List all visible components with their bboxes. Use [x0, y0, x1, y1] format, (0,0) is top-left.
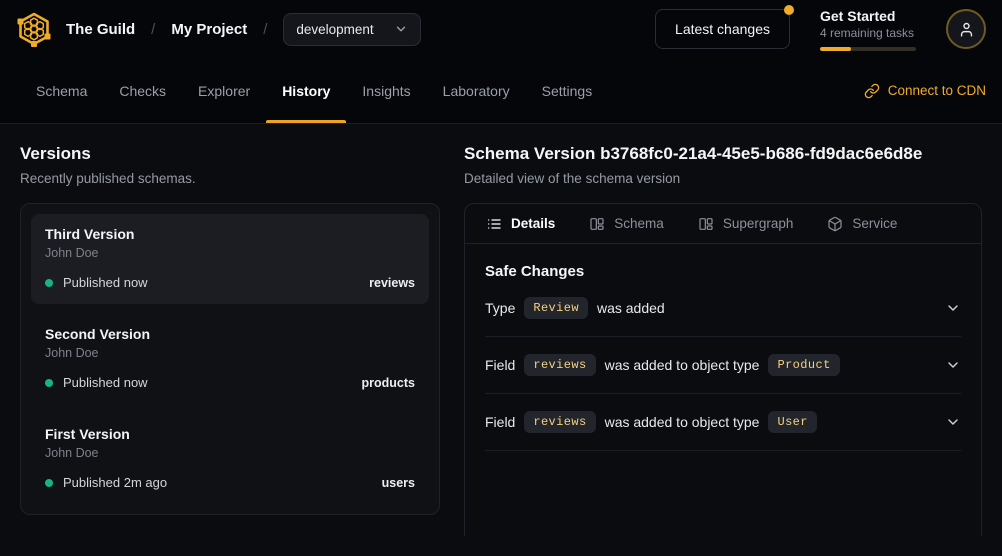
- versions-list: Third Version John Doe Published now rev…: [20, 203, 440, 515]
- tab-explorer[interactable]: Explorer: [182, 58, 266, 123]
- published-dot-icon: [45, 379, 53, 387]
- chevron-down-icon[interactable]: [945, 414, 961, 430]
- version-status: Published now: [63, 275, 148, 290]
- versions-panel: Versions Recently published schemas. Thi…: [20, 144, 440, 536]
- list-icon: [486, 216, 502, 232]
- link-icon: [864, 83, 880, 99]
- tab-settings[interactable]: Settings: [526, 58, 609, 123]
- version-status-row: Published now reviews: [45, 275, 415, 290]
- version-item-third[interactable]: Third Version John Doe Published now rev…: [31, 214, 429, 304]
- version-title: Second Version: [45, 326, 415, 342]
- version-item-second[interactable]: Second Version John Doe Published now pr…: [31, 314, 429, 404]
- change-badge: reviews: [524, 411, 595, 433]
- schema-version-panel: Schema Version b3768fc0-21a4-45e5-b686-f…: [464, 144, 982, 536]
- change-prefix: Field: [485, 414, 515, 430]
- tab-laboratory[interactable]: Laboratory: [427, 58, 526, 123]
- tab-history[interactable]: History: [266, 58, 346, 123]
- top-bar: The Guild / My Project / development Lat…: [0, 0, 1002, 124]
- notification-dot: [784, 5, 794, 15]
- change-badge: Product: [768, 354, 839, 376]
- get-started-progress-track: [820, 47, 916, 51]
- chevron-down-icon: [394, 22, 408, 36]
- change-badge: reviews: [524, 354, 595, 376]
- header: The Guild / My Project / development Lat…: [0, 0, 1002, 58]
- columns-icon: [589, 216, 605, 232]
- columns-icon: [698, 216, 714, 232]
- versions-subtitle: Recently published schemas.: [20, 171, 440, 186]
- progress-fill: [820, 47, 851, 51]
- tab-service[interactable]: Service: [827, 216, 897, 232]
- tab-details-label: Details: [511, 216, 555, 231]
- get-started-title: Get Started: [820, 8, 916, 24]
- environment-select[interactable]: development: [283, 13, 420, 46]
- tab-schema-label: Schema: [614, 216, 664, 231]
- change-badge: Review: [524, 297, 588, 319]
- schema-version-card: Details Schema Sup: [464, 203, 982, 536]
- connect-to-cdn-label: Connect to CDN: [888, 83, 986, 98]
- published-dot-icon: [45, 279, 53, 287]
- version-author: John Doe: [45, 346, 415, 360]
- change-badge: User: [768, 411, 816, 433]
- get-started-widget[interactable]: Get Started 4 remaining tasks: [820, 8, 916, 51]
- detail-tabs: Details Schema Sup: [465, 204, 981, 244]
- get-started-subtitle: 4 remaining tasks: [820, 26, 916, 40]
- cube-icon: [827, 216, 843, 232]
- version-title: Third Version: [45, 226, 415, 242]
- project-breadcrumb[interactable]: My Project: [171, 21, 247, 38]
- change-middle: was added to object type: [605, 357, 760, 373]
- change-prefix: Type: [485, 300, 515, 316]
- safe-changes-title: Safe Changes: [485, 263, 961, 280]
- latest-changes-button[interactable]: Latest changes: [655, 9, 790, 49]
- breadcrumb-separator: /: [263, 21, 267, 38]
- published-dot-icon: [45, 479, 53, 487]
- version-author: John Doe: [45, 246, 415, 260]
- version-service-tag: products: [362, 376, 415, 390]
- tab-supergraph-label: Supergraph: [723, 216, 794, 231]
- version-status: Published now: [63, 375, 148, 390]
- nav-tabs: Schema Checks Explorer History Insights …: [20, 58, 608, 123]
- org-breadcrumb[interactable]: The Guild: [66, 21, 135, 38]
- change-middle: was added: [597, 300, 665, 316]
- tab-schema-view[interactable]: Schema: [589, 216, 664, 232]
- tab-schema[interactable]: Schema: [20, 58, 103, 123]
- version-service-tag: reviews: [369, 276, 415, 290]
- change-row-field-user[interactable]: Field reviews was added to object type U…: [485, 394, 961, 451]
- environment-select-value: development: [296, 22, 373, 37]
- version-status-row: Published 2m ago users: [45, 475, 415, 490]
- latest-changes-wrap: Latest changes: [655, 9, 790, 49]
- change-row-type-review[interactable]: Type Review was added: [485, 280, 961, 337]
- main-nav: Schema Checks Explorer History Insights …: [0, 58, 1002, 124]
- version-item-first[interactable]: First Version John Doe Published 2m ago …: [31, 414, 429, 504]
- schema-version-subtitle: Detailed view of the schema version: [464, 171, 982, 186]
- change-row-field-product[interactable]: Field reviews was added to object type P…: [485, 337, 961, 394]
- version-service-tag: users: [382, 476, 415, 490]
- tab-checks[interactable]: Checks: [103, 58, 182, 123]
- tab-details[interactable]: Details: [486, 216, 555, 232]
- change-middle: was added to object type: [605, 414, 760, 430]
- version-title: First Version: [45, 426, 415, 442]
- safe-changes-section: Safe Changes Type Review was added Field…: [465, 244, 981, 451]
- versions-title: Versions: [20, 144, 440, 164]
- tab-insights[interactable]: Insights: [346, 58, 426, 123]
- user-icon: [958, 21, 975, 38]
- chevron-down-icon[interactable]: [945, 357, 961, 373]
- page-content: Versions Recently published schemas. Thi…: [0, 124, 1002, 556]
- version-author: John Doe: [45, 446, 415, 460]
- tab-service-label: Service: [852, 216, 897, 231]
- header-right: Latest changes Get Started 4 remaining t…: [655, 8, 986, 51]
- version-status-row: Published now products: [45, 375, 415, 390]
- schema-version-title: Schema Version b3768fc0-21a4-45e5-b686-f…: [464, 144, 982, 164]
- change-prefix: Field: [485, 357, 515, 373]
- connect-to-cdn-link[interactable]: Connect to CDN: [864, 58, 986, 123]
- tab-supergraph[interactable]: Supergraph: [698, 216, 794, 232]
- avatar[interactable]: [946, 9, 986, 49]
- breadcrumb-separator: /: [151, 21, 155, 38]
- version-status: Published 2m ago: [63, 475, 167, 490]
- hive-logo-icon: [16, 11, 52, 47]
- chevron-down-icon[interactable]: [945, 300, 961, 316]
